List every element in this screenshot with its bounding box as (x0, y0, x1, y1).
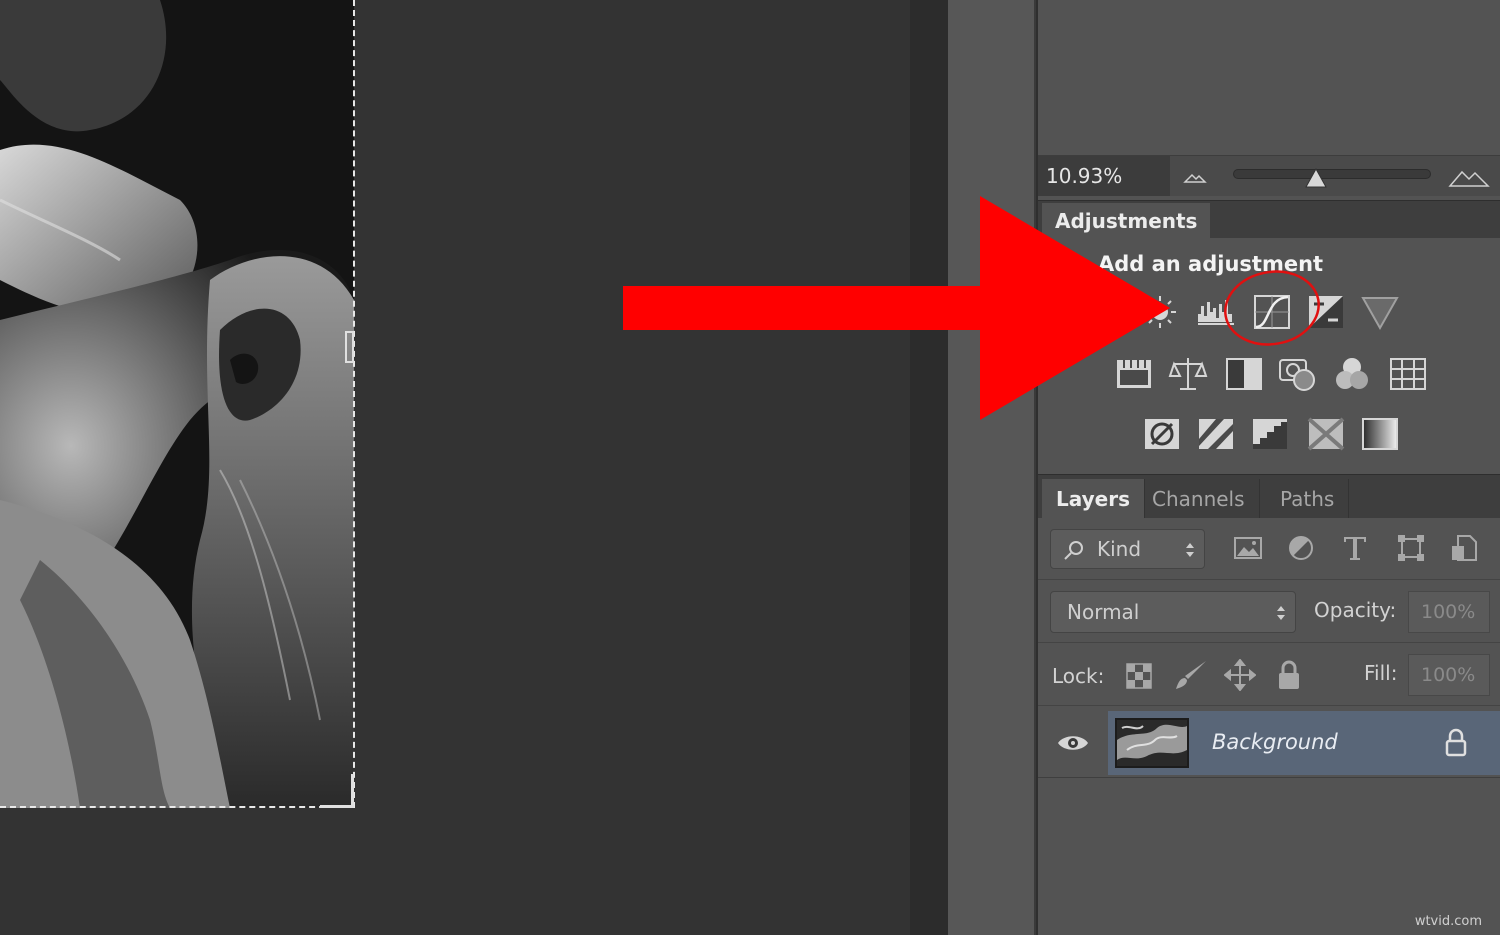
shape-layer-filter-icon[interactable] (1395, 532, 1427, 564)
document-image[interactable] (0, 0, 354, 808)
lock-position-move-icon[interactable] (1224, 659, 1256, 691)
posterize-icon[interactable] (1196, 414, 1236, 454)
invert-icon[interactable] (1142, 414, 1182, 454)
channel-mixer-icon[interactable] (1332, 354, 1372, 394)
brightness-contrast-icon[interactable] (1140, 292, 1180, 332)
filter-kind-label: Kind (1097, 537, 1142, 561)
curves-icon[interactable] (1252, 292, 1292, 332)
exposure-icon[interactable] (1306, 292, 1346, 332)
tab-adjustments[interactable]: Adjustments (1042, 203, 1211, 239)
lock-label: Lock: (1052, 664, 1105, 688)
fill-input[interactable]: 100% (1408, 654, 1490, 696)
selective-color-icon[interactable] (1306, 414, 1346, 454)
zoom-out-mountain-icon[interactable] (1183, 170, 1207, 184)
adjustment-layer-filter-icon[interactable] (1285, 532, 1317, 564)
watermark: wtvid.com (1414, 914, 1482, 929)
photo-filter-icon[interactable] (1278, 354, 1318, 394)
canvas-area[interactable] (0, 0, 948, 935)
panel-gutter (948, 0, 1036, 935)
lock-row: Lock: Fill: 100% (1038, 644, 1500, 706)
navigator-preview[interactable] (1038, 0, 1500, 156)
hue-saturation-icon[interactable] (1114, 354, 1154, 394)
tab-paths[interactable]: Paths (1266, 479, 1350, 519)
zoom-in-mountain-icon[interactable] (1448, 166, 1490, 188)
smart-object-filter-icon[interactable] (1448, 532, 1480, 564)
fill-label: Fill: (1364, 661, 1398, 685)
layer-name[interactable]: Background (1212, 730, 1338, 754)
transform-handle-right[interactable] (345, 331, 354, 363)
opacity-label: Opacity: (1314, 598, 1397, 622)
layer-thumbnail[interactable] (1115, 718, 1189, 768)
levels-icon[interactable] (1196, 292, 1236, 332)
layers-panel-header: Layers Channels Paths (1038, 474, 1500, 519)
search-icon (1064, 541, 1083, 560)
layer-filter-row: Kind (1038, 518, 1500, 580)
blend-mode-select[interactable]: Normal (1050, 591, 1296, 633)
layers-empty-area[interactable] (1038, 779, 1500, 935)
lock-image-pixels-brush-icon[interactable] (1174, 659, 1208, 691)
canvas-scroll-edge (910, 0, 948, 935)
stepper-arrows-icon (1277, 606, 1285, 620)
right-panel: 10.93% Adjustments Add an adjustment Lay… (1038, 0, 1500, 935)
zoom-input[interactable]: 10.93% (1038, 156, 1170, 196)
pixel-layer-filter-icon[interactable] (1232, 532, 1264, 564)
gradient-map-icon[interactable] (1360, 414, 1400, 454)
tab-channels[interactable]: Channels (1138, 479, 1260, 519)
stepper-arrows-icon (1186, 543, 1194, 557)
tab-layers[interactable]: Layers (1042, 479, 1145, 519)
adjustments-panel-header: Adjustments (1038, 200, 1500, 239)
black-white-icon[interactable] (1224, 354, 1264, 394)
opacity-input[interactable]: 100% (1408, 591, 1490, 633)
adjustments-panel: Add an adjustment (1038, 238, 1500, 474)
zoom-slider-thumb[interactable] (1305, 168, 1328, 188)
type-layer-filter-icon[interactable] (1339, 532, 1371, 564)
filter-kind-select[interactable]: Kind (1050, 529, 1205, 569)
adjustments-subtitle: Add an adjustment (1098, 252, 1324, 276)
threshold-icon[interactable] (1250, 414, 1290, 454)
blend-mode-value: Normal (1067, 600, 1140, 624)
layer-thumbnail-image (1117, 720, 1187, 766)
transform-handle-corner[interactable] (320, 774, 354, 808)
navigator-zoom-row: 10.93% (1038, 156, 1500, 196)
eye-visibility-icon[interactable] (1056, 732, 1090, 754)
lock-transparent-pixels-icon[interactable] (1126, 663, 1152, 689)
blend-mode-row: Normal Opacity: 100% (1038, 581, 1500, 643)
color-balance-icon[interactable] (1168, 354, 1208, 394)
layer-lock-icon[interactable] (1444, 728, 1468, 758)
zoom-slider-track[interactable] (1233, 169, 1431, 179)
lock-all-icon[interactable] (1276, 659, 1302, 691)
layer-row-background[interactable]: Background (1038, 708, 1500, 778)
flower-photo (0, 0, 354, 808)
color-lookup-icon[interactable] (1388, 354, 1428, 394)
vibrance-icon[interactable] (1360, 292, 1400, 332)
